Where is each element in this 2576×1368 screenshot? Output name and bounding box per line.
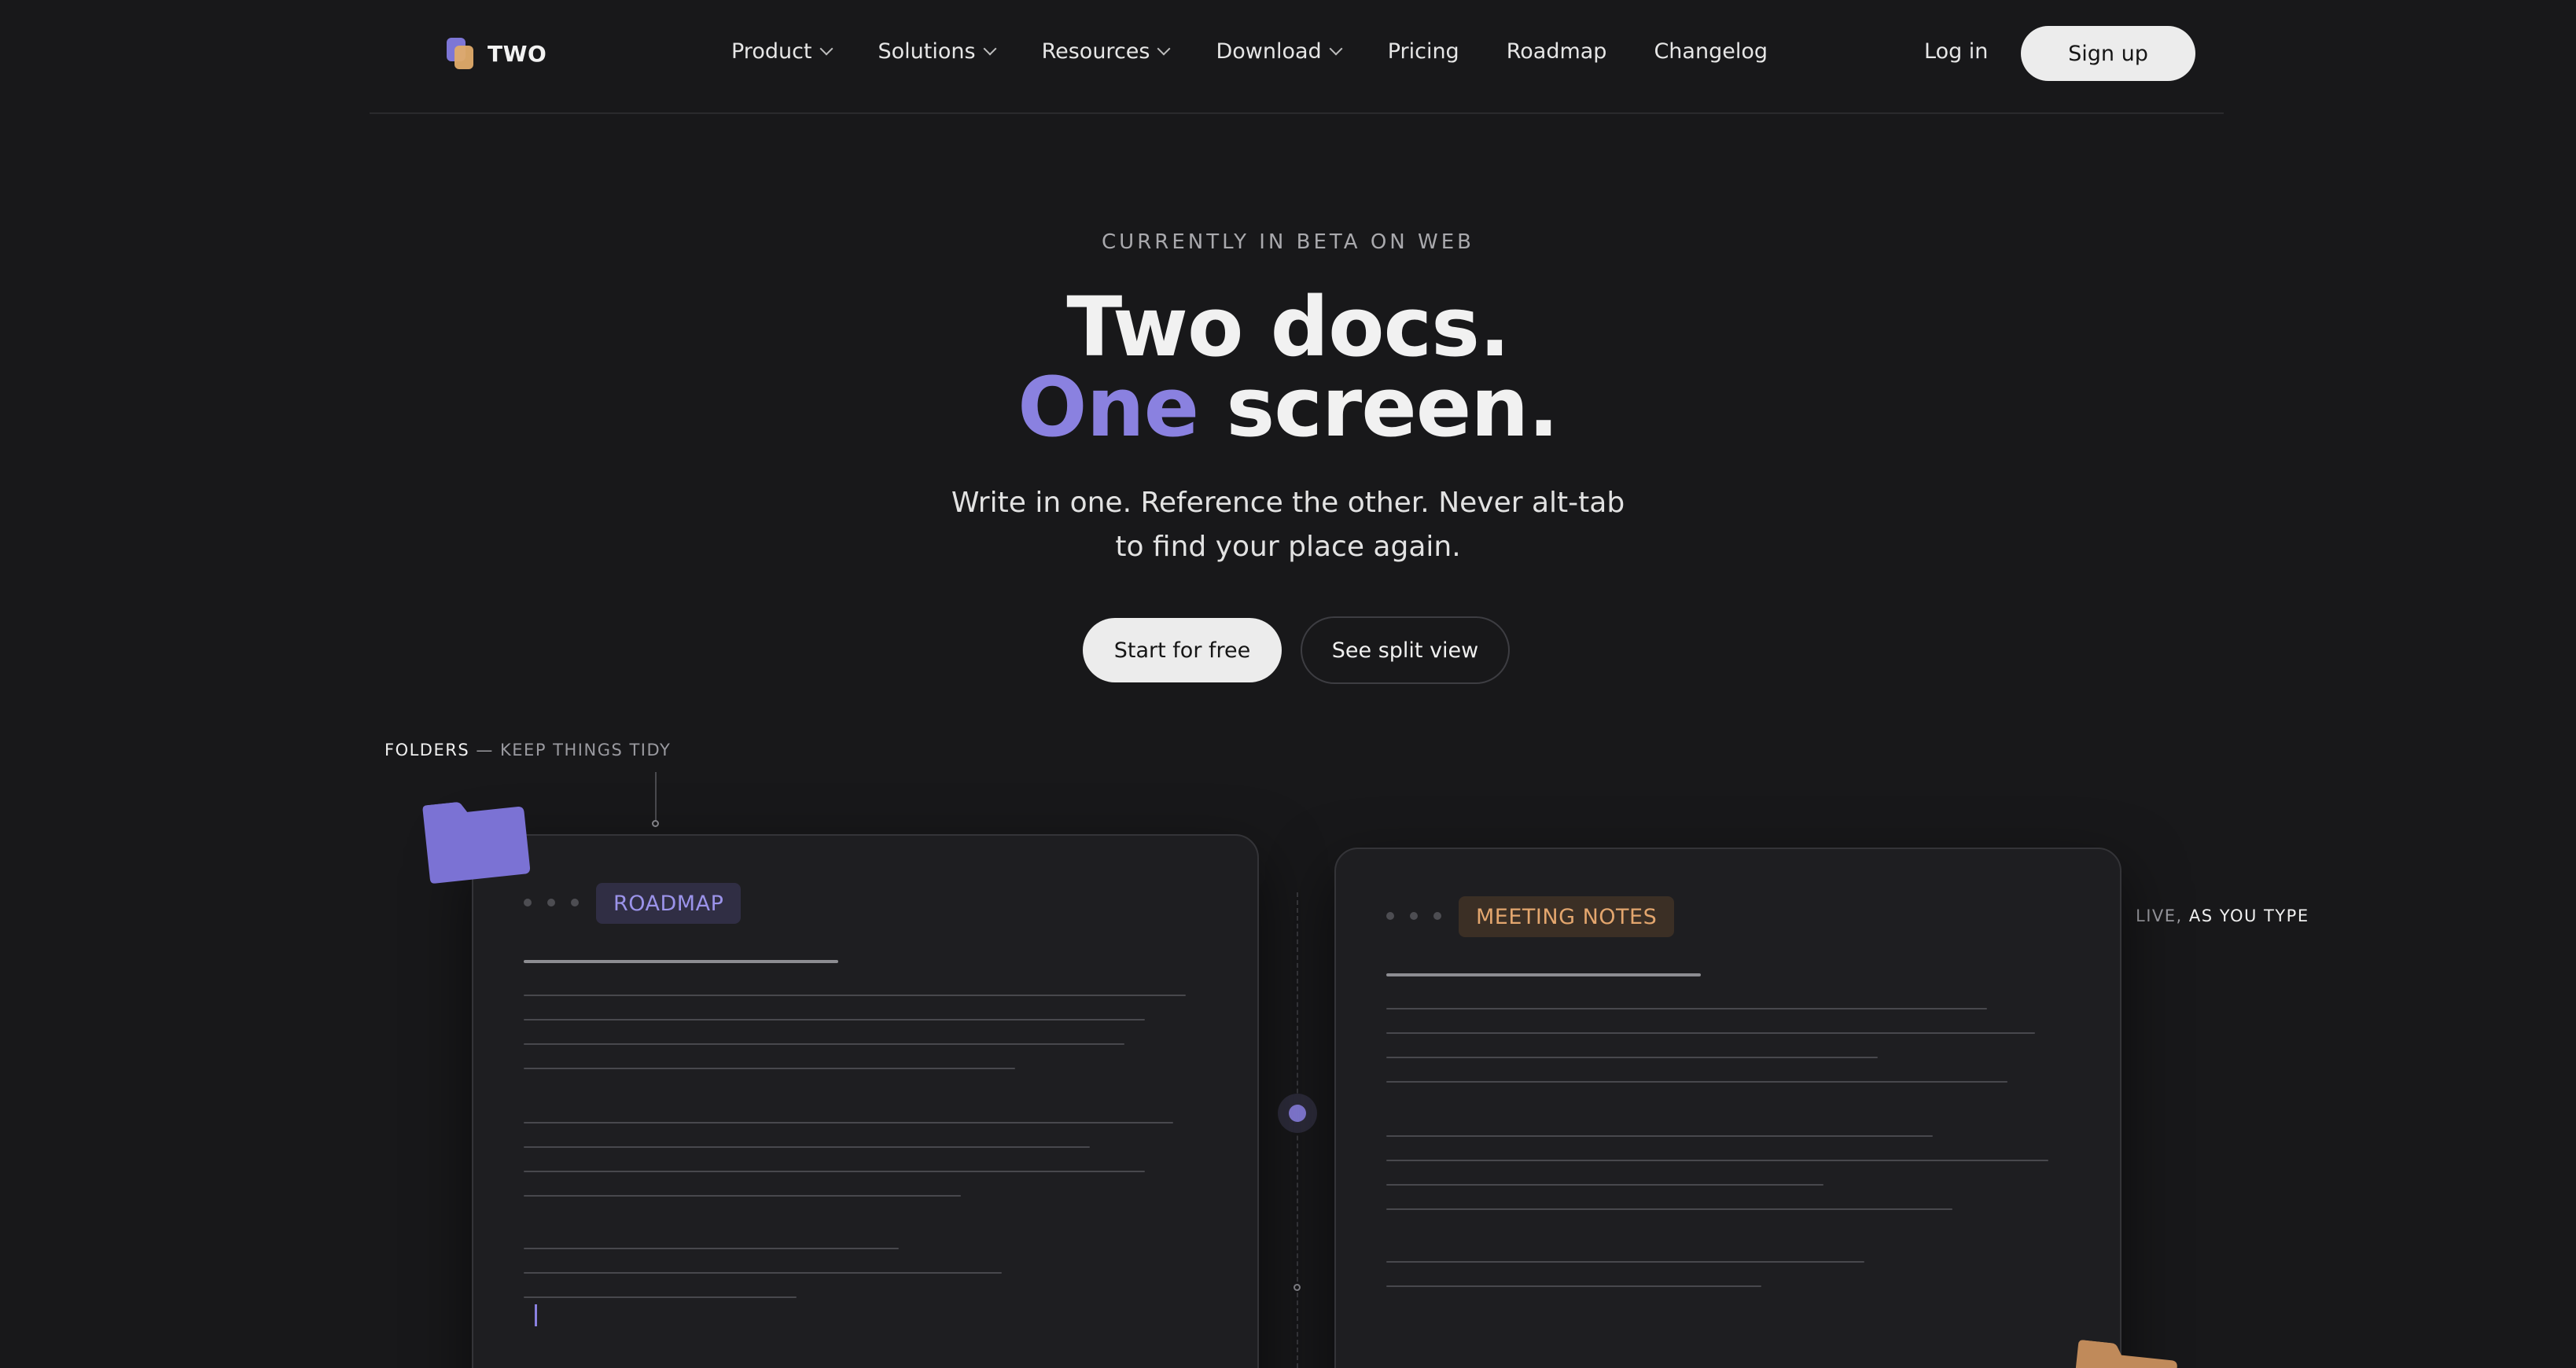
handle-dot-icon (1289, 1105, 1306, 1122)
nav-item-changelog[interactable]: Changelog (1654, 39, 1768, 64)
roadmap-doc-card[interactable]: ROADMAP (472, 834, 1259, 1368)
text-line (1386, 1135, 1933, 1137)
signup-button[interactable]: Sign up (2021, 26, 2195, 81)
nav-item-pricing[interactable]: Pricing (1388, 39, 1459, 64)
doc-title-line (1386, 973, 1701, 976)
meeting-notes-tag: MEETING NOTES (1459, 896, 1675, 937)
hero-title-rest: screen. (1226, 359, 1558, 455)
text-line (1386, 1057, 1878, 1058)
nav-item-label: Download (1216, 39, 1322, 64)
text-line (1386, 1285, 1761, 1287)
text-line (1386, 1208, 1952, 1210)
nav-item-label: Product (731, 39, 812, 64)
text-line (524, 1122, 1173, 1123)
text-line (524, 1195, 961, 1197)
chevron-down-icon (983, 42, 997, 55)
folders-caption: FOLDERS — KEEP THINGS TIDY (385, 741, 671, 759)
split-handle[interactable] (1278, 1094, 1317, 1133)
nav-item-solutions[interactable]: Solutions (878, 39, 997, 64)
doc-title-line (524, 960, 838, 963)
nav-item-download[interactable]: Download (1216, 39, 1343, 64)
nav-item-product[interactable]: Product (731, 39, 834, 64)
text-cursor (535, 1304, 537, 1326)
chevron-down-icon (1157, 42, 1171, 55)
text-line (1386, 1160, 2048, 1161)
window-dots (1386, 912, 1441, 920)
live-caption: LIVE, AS YOU TYPE (2136, 906, 2309, 925)
text-line (1386, 1081, 2007, 1083)
nav-item-roadmap[interactable]: Roadmap (1507, 39, 1607, 64)
nav-item-label: Roadmap (1506, 39, 1607, 64)
meeting-notes-doc-card[interactable]: MEETING NOTES (1334, 848, 2122, 1368)
logo-icon (447, 38, 473, 69)
text-line (524, 1068, 1015, 1069)
login-link[interactable]: Log in (1924, 39, 1988, 64)
folder-icon (422, 802, 530, 884)
nav-item-label: Pricing (1387, 39, 1459, 64)
text-line (524, 995, 1186, 996)
text-line (524, 1019, 1145, 1020)
nav-item-resources[interactable]: Resources (1041, 39, 1171, 64)
folder-leader-dot (652, 820, 659, 827)
text-line (1386, 1032, 2035, 1034)
brand-name: TWO (488, 40, 547, 67)
caption-lead: LIVE, (2136, 906, 2189, 925)
text-line (524, 1171, 1145, 1172)
folder-icon (2070, 1340, 2177, 1368)
hero-title-accent: One (1018, 359, 1199, 455)
text-line (524, 1296, 797, 1298)
divider-dot (1294, 1284, 1301, 1291)
nav-item-label: Solutions (878, 39, 976, 64)
start-free-button[interactable]: Start for free (1083, 618, 1282, 682)
chevron-down-icon (819, 42, 834, 55)
window-dots (524, 899, 579, 906)
top-nav: TWO Product Solutions Resources Download… (370, 0, 2224, 114)
folder-leader-line (655, 772, 657, 822)
see-split-view-button[interactable]: See split view (1301, 616, 1510, 684)
landing-page: TWO Product Solutions Resources Download… (0, 0, 2576, 1368)
roadmap-tag: ROADMAP (596, 883, 742, 924)
text-line (1386, 1261, 1864, 1263)
nav-item-label: Resources (1041, 39, 1150, 64)
nav-item-label: Changelog (1654, 39, 1768, 64)
caption-strong: FOLDERS (385, 741, 470, 759)
chevron-down-icon (1329, 42, 1343, 55)
hero-title-line-1: Two docs. (1066, 279, 1510, 375)
text-line (524, 1248, 899, 1249)
brand-logo[interactable]: TWO (447, 38, 546, 69)
caption-rest: — KEEP THINGS TIDY (469, 741, 672, 759)
nav-menu: Product Solutions Resources Download Pri… (731, 39, 1768, 64)
beta-eyebrow: CURRENTLY IN BETA ON WEB (1102, 230, 1474, 254)
caption-strong: AS YOU TYPE (2188, 906, 2309, 925)
text-line (1386, 1008, 1987, 1009)
text-line (524, 1043, 1124, 1045)
text-line (524, 1272, 1002, 1274)
hero-title-line-2: One screen. (0, 366, 2576, 448)
text-line (1386, 1184, 1823, 1186)
hero-subtitle: Write in one. Reference the other. Never… (951, 487, 1625, 563)
text-line (524, 1146, 1090, 1148)
